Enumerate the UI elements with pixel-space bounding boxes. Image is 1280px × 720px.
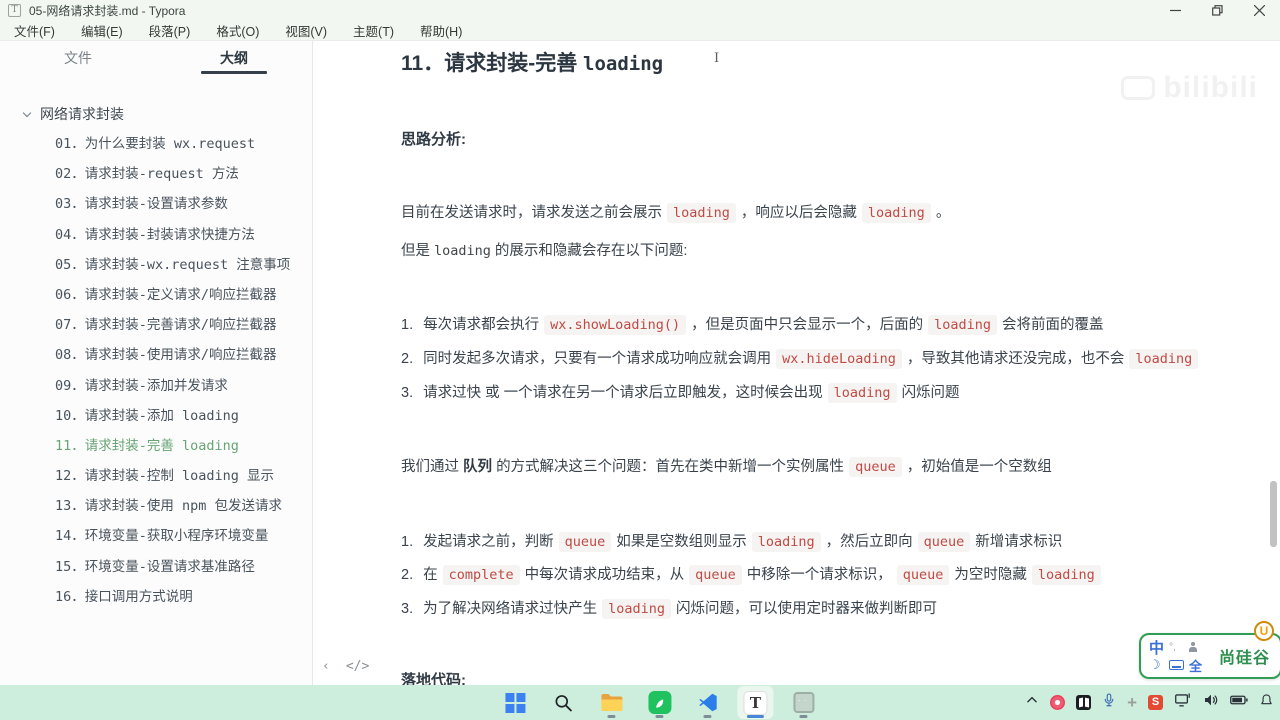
sidebar: 文件 大纲 网络请求封装 01．为什么要封装 wx.request 02．请求封装-… [0,41,313,685]
outline-item[interactable]: 16．接口调用方式说明 [0,582,312,612]
typora-taskbar-button[interactable]: T [737,686,774,719]
menu-item[interactable]: 文件(F) [14,21,55,40]
sidebar-tab[interactable]: 大纲 [156,41,312,75]
recorder-tray-icon[interactable] [1050,695,1066,710]
text-cursor-ibeam: I [714,51,720,66]
list-item: 3. 为了解决网络请求过快产生 loading 闪烁问题，可以使用定时器来做判断即可 [401,599,937,619]
cast-display-tray-icon[interactable] [1174,692,1192,713]
outline-item[interactable]: 09．请求封装-添加并发请求 [0,371,312,401]
battery-tray-icon[interactable] [1230,693,1248,712]
outline-panel: 网络请求封装 01．为什么要封装 wx.request 02．请求封装-reque… [0,75,312,612]
menu-item[interactable]: 帮助(H) [420,21,462,40]
restore-button[interactable] [1196,0,1238,20]
analysis-label: 思路分析: [401,131,466,148]
paragraph: 目前在发送请求时，请求发送之前会展示 loading ，响应以后会隐藏 loading… [401,203,951,223]
atguigu-logo: 尚硅谷 U [1219,621,1274,668]
minimize-button[interactable] [1154,0,1196,20]
start-button[interactable] [497,686,533,719]
source-code-mode-button[interactable]: </> [346,659,369,674]
volume-tray-icon[interactable] [1203,692,1219,713]
sidebar-tab[interactable]: 文件 [0,41,156,75]
menu-item[interactable]: 格式(O) [216,21,259,40]
file-explorer-button[interactable] [593,686,629,719]
list-item: 2. 同时发起多次请求，只要有一个请求成功响应就会调用 wx.hideLoading… [401,347,1203,369]
atguigu-u-badge: U [1254,621,1274,641]
typora-app-icon: T [8,3,21,17]
search-icon [555,694,572,711]
typora-icon: T [743,690,768,715]
ime-moon-icon[interactable]: ☽ [1149,657,1164,673]
outline-item[interactable]: 15．环境变量-设置请求基准路径 [0,552,312,582]
outline-item[interactable]: 12．请求封装-控制 loading 显示 [0,461,312,491]
outline-item[interactable]: 13．请求封装-使用 npm 包发送请求 [0,491,312,521]
editor-content[interactable]: bilibili 11．请求封装-完善 loading I 思路分析: 目前在发… [314,41,1280,685]
windows-logo-icon [505,692,526,713]
outline-item[interactable]: 04．请求封装-封装请求快捷方法 [0,220,312,250]
outline-item[interactable]: 01．为什么要封装 wx.request [0,129,312,159]
menu-bar: 文件(F) 编辑(E) 段落(P) 格式(O) 视图(V) 主题(T) 帮助(H) [0,20,1280,41]
section-heading: 11．请求封装-完善 loading [401,52,664,75]
chevron-down-icon [22,108,32,117]
bilibili-watermark: bilibili [1121,71,1258,105]
outline-item[interactable]: 03．请求封装-设置请求参数 [0,189,312,219]
snipaste-tray-icon[interactable]: S [1148,695,1163,710]
vscode-icon [698,693,717,712]
microphone-tray-icon[interactable] [1102,692,1116,714]
notification-bell-icon[interactable] [1259,693,1274,713]
outline-item[interactable]: 02．请求封装-request 方法 [0,159,312,189]
outline-item[interactable]: 06．请求封装-定义请求/响应拦截器 [0,280,312,310]
capture-app-tray-icon[interactable] [1076,695,1092,710]
title-bar: T 05-网络请求封装.md - Typora [0,0,1280,20]
list-item: 3. 请求过快 或 一个请求在另一个请求后立即触发，这时候会出现 loading 闪烁… [401,383,960,403]
ime-fullwidth-button[interactable]: 全 [1189,656,1202,675]
paragraph: 但是 loading 的展示和隐藏会存在以下问题: [401,243,688,259]
menu-item[interactable]: 编辑(E) [81,21,123,40]
list-item: 1. 每次请求都会执行 wx.showLoading() ，但是页面中只会显示一个，后… [401,315,1104,335]
ime-person-icon[interactable] [1189,642,1198,652]
outline-item[interactable]: 08．请求封装-使用请求/响应拦截器 [0,340,312,370]
background-app-icon [792,692,814,713]
vertical-scrollbar[interactable] [1270,481,1277,547]
footer-heading: 落地代码: [401,672,466,685]
menu-item[interactable]: 段落(P) [149,21,191,40]
search-button[interactable] [545,686,581,719]
taskbar: T + S [0,685,1280,720]
folder-icon [600,694,622,711]
outline-item[interactable]: 14．环境变量-获取小程序环境变量 [0,521,312,551]
list-item: 1. 发起请求之前，判断 queue 如果是空数组则显示 loading ，然后立即向 qu… [401,532,1063,552]
outline-item[interactable]: 05．请求封装-wx.request 注意事项 [0,250,312,280]
close-button[interactable] [1238,0,1280,20]
outline-item[interactable]: 10．请求封装-添加 loading [0,401,312,431]
sidebar-collapse-button[interactable]: ‹ [322,659,330,674]
ime-toolbar: 中 °, ☽ 全 尚硅谷 U [1139,621,1280,679]
wechat-devtools-icon [647,691,671,714]
menu-item[interactable]: 视图(V) [285,21,327,40]
ime-punctuation-icon[interactable]: °, [1169,642,1184,653]
outline-item[interactable]: 11．请求封装-完善 loading [0,431,312,461]
screen: T 05-网络请求封装.md - Typora 文件(F) 编辑(E) 段落(P) 格… [0,0,1280,720]
bilibili-tv-icon [1121,76,1156,100]
utility-tray-icon[interactable]: + [1127,694,1137,711]
outline-item[interactable]: 07．请求封装-完善请求/响应拦截器 [0,310,312,340]
paragraph: 我们通过 队列 的方式解决这三个问题：首先在类中新增一个实例属性 queue ，初始… [401,457,1052,477]
menu-item[interactable]: 主题(T) [353,21,394,40]
ime-keyboard-icon[interactable] [1169,660,1185,670]
outline-root-item[interactable]: 网络请求封装 [0,99,312,129]
list-item: 2. 在 complete 中每次请求成功结束，从 queue 中移除一个请求标识， que… [401,563,1106,585]
tray-expand-button[interactable] [1025,693,1039,712]
wechat-devtools-button[interactable] [641,686,677,719]
background-app-button[interactable] [785,686,821,719]
chevron-up-icon [1027,696,1037,703]
ime-chinese-mode-button[interactable]: 中 [1149,637,1164,658]
vscode-button[interactable] [689,686,725,719]
window-title: 05-网络请求封装.md - Typora [29,3,186,18]
